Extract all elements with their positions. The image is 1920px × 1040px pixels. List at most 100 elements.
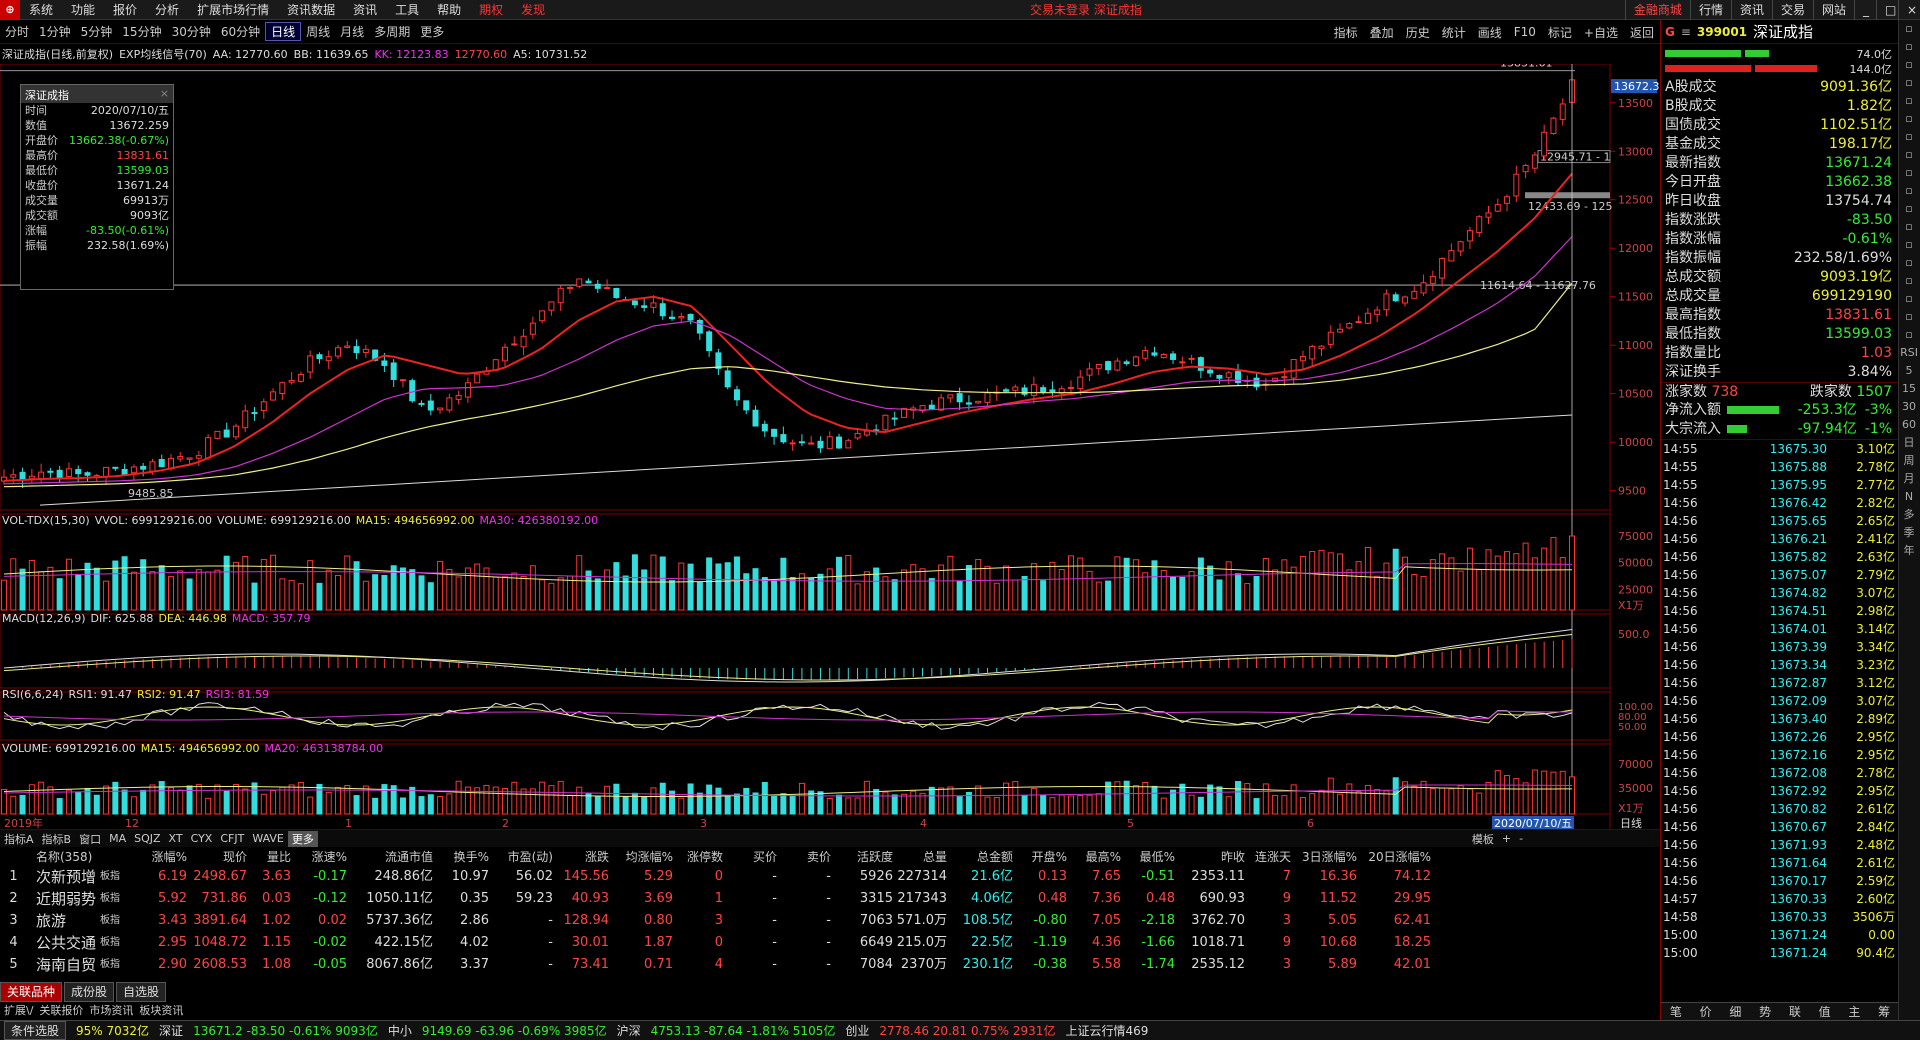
side-tool-icon[interactable]: ▫ [1899, 254, 1919, 272]
website-button[interactable]: 网站 [1812, 0, 1854, 20]
table-row[interactable]: 5 海南自贸 板指 2.90 2608.53 1.08 -0.05 8067.86亿 3.37-… [0, 954, 1660, 976]
col-header[interactable]: 卖价 [780, 848, 834, 866]
close-icon[interactable]: × [160, 87, 169, 101]
indicator-tab-12[interactable]: - [1515, 832, 1527, 845]
kline-chart[interactable]: 13500 13000 12500 12000 11500 11000 10500 10000… [0, 64, 1660, 829]
tool-button-8[interactable]: 返回 [1624, 24, 1660, 41]
col-header[interactable]: 现价 [190, 848, 250, 866]
quote-button[interactable]: 行情 [1689, 0, 1731, 20]
side-tool-icon[interactable]: ▫ [1899, 290, 1919, 308]
tool-button-2[interactable]: 历史 [1400, 24, 1436, 41]
period-tab-3[interactable]: 15分钟 [117, 23, 166, 40]
col-header[interactable]: 连涨天 [1248, 848, 1294, 866]
menu-item-7[interactable]: 工具 [386, 0, 428, 20]
trade-button[interactable]: 交易 [1771, 0, 1813, 20]
sub-tab-3[interactable]: 板块资讯 [139, 1002, 183, 1020]
col-header[interactable]: 总金额 [950, 848, 1016, 866]
bottom-tab-2[interactable]: 自选股 [116, 982, 167, 1002]
tool-button-5[interactable]: F10 [1508, 25, 1542, 39]
panel-tab-3[interactable]: 势 [1759, 1003, 1771, 1020]
indicator-name[interactable]: EXP均线信号(70) [119, 46, 207, 62]
period-tab-1[interactable]: 1分钟 [34, 23, 76, 40]
col-header[interactable]: 20日涨幅% [1360, 848, 1434, 866]
side-period-4[interactable]: 60 [1899, 416, 1919, 434]
macd-indicator-name[interactable]: MACD(12,26,9) [2, 612, 86, 625]
tool-button-6[interactable]: 标记 [1542, 24, 1578, 41]
side-tool-icon[interactable]: ▫ [1899, 20, 1919, 38]
side-tool-icon[interactable]: ▫ [1899, 146, 1919, 164]
period-tab-9[interactable]: 多周期 [369, 23, 415, 40]
col-header[interactable]: 换手% [436, 848, 492, 866]
table-row[interactable]: 1 次新预增 板指 6.19 2498.67 3.63 -0.17 248.86亿 10.97 5… [0, 866, 1660, 888]
rsi-indicator-name[interactable]: RSI(6,6,24) [2, 688, 63, 701]
minimize-icon[interactable]: _ [1854, 0, 1876, 20]
side-period-0[interactable]: RSI [1899, 344, 1919, 362]
status-item-4[interactable]: 9149.69 -63.96 -0.69% 3985亿 [422, 1022, 607, 1039]
indicator-tab-6[interactable]: CYX [187, 832, 217, 845]
bottom-tab-1[interactable]: 成份股 [64, 982, 115, 1002]
panel-tab-0[interactable]: 笔 [1670, 1003, 1682, 1020]
sub-tab-2[interactable]: 市场资讯 [89, 1002, 133, 1020]
side-period-8[interactable]: N [1899, 488, 1919, 506]
side-period-6[interactable]: 周 [1899, 452, 1919, 470]
status-item-5[interactable]: 沪深 [617, 1022, 641, 1039]
status-item-1[interactable]: 深证 [159, 1022, 183, 1039]
tool-button-3[interactable]: 统计 [1436, 24, 1472, 41]
side-tool-icon[interactable]: ▫ [1899, 308, 1919, 326]
condition-select-button[interactable]: 条件选股 [4, 1021, 67, 1040]
side-tool-icon[interactable]: ▫ [1899, 38, 1919, 56]
info-button[interactable]: 资讯 [1730, 0, 1772, 20]
side-period-10[interactable]: 季 [1899, 524, 1919, 542]
status-item-6[interactable]: 4753.13 -87.64 -1.81% 5105亿 [651, 1022, 836, 1039]
menu-item-0[interactable]: 系统 [20, 0, 62, 20]
side-tool-icon[interactable]: ▫ [1899, 218, 1919, 236]
indicator-tab-3[interactable]: MA [105, 832, 130, 845]
indicator-tab-9[interactable]: 更多 [287, 830, 318, 847]
side-period-11[interactable]: 年 [1899, 542, 1919, 560]
menu-icon[interactable]: ≡ [1681, 25, 1691, 39]
close-icon[interactable]: × [1898, 0, 1920, 20]
menu-item-8[interactable]: 帮助 [428, 0, 470, 20]
panel-tab-1[interactable]: 价 [1700, 1003, 1712, 1020]
period-tab-5[interactable]: 60分钟 [216, 23, 265, 40]
col-header[interactable]: 买价 [726, 848, 780, 866]
status-item-7[interactable]: 创业 [845, 1022, 869, 1039]
col-header[interactable]: 总量 [896, 848, 950, 866]
side-tool-icon[interactable]: ▫ [1899, 74, 1919, 92]
menu-item-2[interactable]: 报价 [104, 0, 146, 20]
mall-button[interactable]: 金融商城 [1624, 0, 1690, 20]
col-header[interactable]: 均涨幅% [612, 848, 676, 866]
menu-special-0[interactable]: 期权 [470, 0, 512, 20]
col-header[interactable]: 名称(358) [30, 848, 140, 866]
col-header[interactable]: 昨收 [1178, 848, 1248, 866]
side-period-3[interactable]: 30 [1899, 398, 1919, 416]
panel-tab-7[interactable]: 筹 [1878, 1003, 1890, 1020]
side-tool-icon[interactable]: ▫ [1899, 182, 1919, 200]
tool-button-7[interactable]: +自选 [1578, 24, 1624, 41]
col-header[interactable] [0, 848, 30, 866]
side-tool-icon[interactable]: ▫ [1899, 164, 1919, 182]
period-tab-6[interactable]: 日线 [265, 22, 302, 41]
side-tool-icon[interactable]: ▫ [1899, 128, 1919, 146]
cursor-info-box[interactable]: 深证成指 × 时间 2020/07/10/五 数值 13672.259 开盘价 13662.… [20, 84, 174, 290]
table-row[interactable]: 2 近期弱势 板指 5.92 731.86 0.03 -0.12 1050.11亿 0.35 59… [0, 888, 1660, 910]
indicator-tab-2[interactable]: 窗口 [75, 831, 105, 847]
panel-tab-2[interactable]: 细 [1729, 1003, 1741, 1020]
vol-indicator-name[interactable]: VOL-TDX(15,30) [2, 514, 90, 527]
col-header[interactable]: 开盘% [1016, 848, 1070, 866]
table-row[interactable]: 3 旅游 板指 3.43 3891.64 1.02 0.02 5737.36亿 2.86-128… [0, 910, 1660, 932]
side-tool-icon[interactable]: ▫ [1899, 272, 1919, 290]
sub-tab-0[interactable]: 扩展\/ [4, 1002, 33, 1020]
tool-button-0[interactable]: 指标 [1328, 24, 1364, 41]
col-header[interactable]: 涨速% [294, 848, 350, 866]
col-header[interactable]: 3日涨幅% [1294, 848, 1360, 866]
status-item-2[interactable]: 13671.2 -83.50 -0.61% 9093亿 [193, 1022, 378, 1039]
side-tool-icon[interactable]: ▫ [1899, 200, 1919, 218]
tool-button-1[interactable]: 叠加 [1364, 24, 1400, 41]
table-row[interactable]: 4 公共交通 板指 2.95 1048.72 1.15 -0.02 422.15亿 4.02-3… [0, 932, 1660, 954]
status-item-0[interactable]: 95% 7032亿 [76, 1022, 149, 1039]
side-period-1[interactable]: 5 [1899, 362, 1919, 380]
menu-special-1[interactable]: 发现 [512, 0, 554, 20]
col-header[interactable]: 涨幅% [140, 848, 190, 866]
period-tab-0[interactable]: 分时 [0, 23, 34, 40]
